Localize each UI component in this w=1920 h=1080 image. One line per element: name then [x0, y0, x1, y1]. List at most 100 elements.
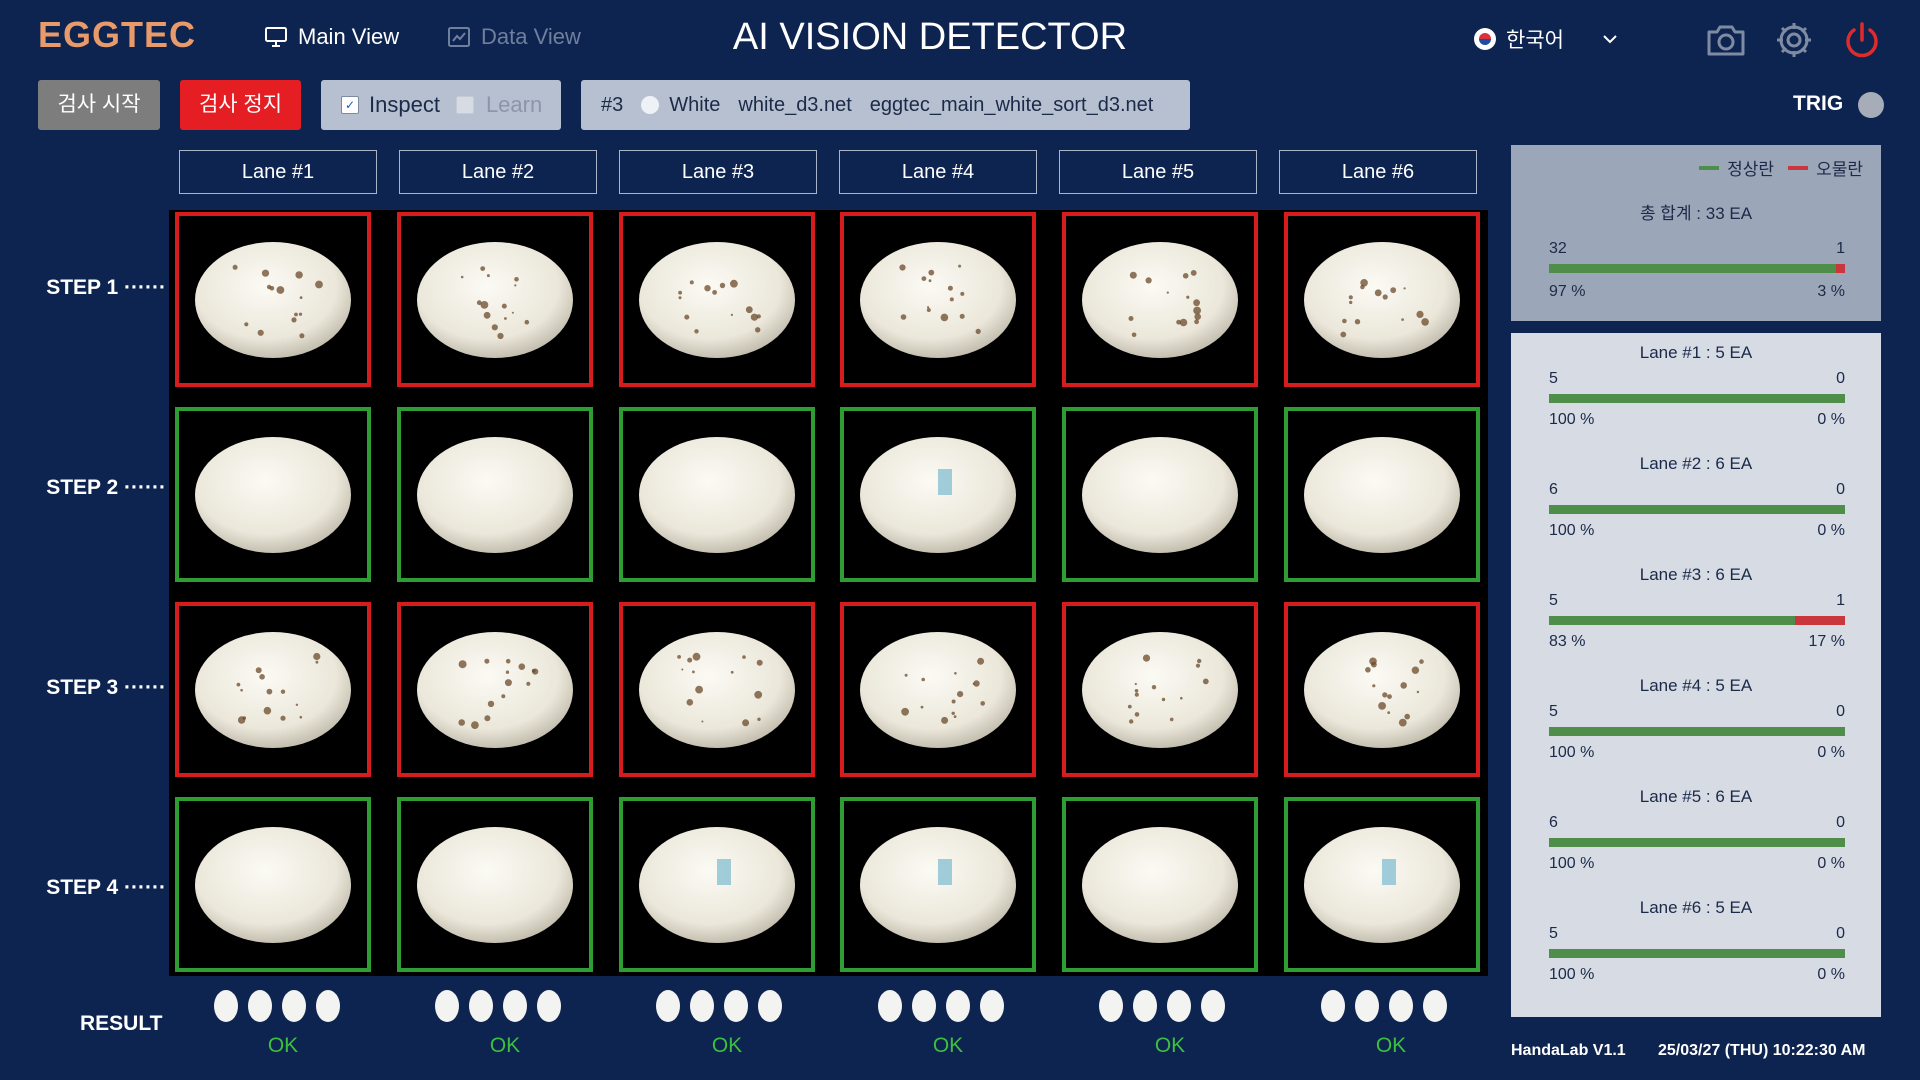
egg-image	[860, 437, 1016, 553]
egg-cell-step4-lane5[interactable]	[1062, 797, 1258, 972]
page-title: AI VISION DETECTOR	[732, 16, 1128, 58]
egg-cell-step3-lane5[interactable]	[1062, 602, 1258, 777]
lane-3-result: OK	[711, 1034, 743, 1057]
lane-normal-count: 5	[1549, 370, 1558, 387]
mini-egg-icon	[656, 990, 680, 1022]
egg-cell-step4-lane1[interactable]	[175, 797, 371, 972]
lane-6-result: OK	[1375, 1034, 1407, 1057]
lane-normal-count: 6	[1549, 481, 1558, 498]
lane-header-1: Lane #1	[179, 150, 377, 194]
egg-cell-step1-lane5[interactable]	[1062, 212, 1258, 387]
egg-cell-step2-lane1[interactable]	[175, 407, 371, 582]
step-label-3: STEP 3 ······	[46, 676, 166, 699]
egg-cell-step2-lane5[interactable]	[1062, 407, 1258, 582]
camera-icon[interactable]	[1704, 18, 1748, 62]
lane-normal-fill	[1549, 838, 1845, 847]
egg-cell-step1-lane3[interactable]	[619, 212, 815, 387]
lane-header-3: Lane #3	[619, 150, 817, 194]
mini-egg-icon	[1201, 990, 1225, 1022]
lane-dirty-pct: 0 %	[1817, 855, 1845, 872]
egg-cell-step2-lane6[interactable]	[1284, 407, 1480, 582]
egg-cell-step3-lane6[interactable]	[1284, 602, 1480, 777]
lane-normal-pct: 100 %	[1549, 855, 1595, 872]
egg-image	[195, 242, 351, 358]
lane-dirty-fill	[1794, 616, 1845, 625]
legend-normal-swatch	[1699, 165, 1720, 170]
egg-image	[1082, 242, 1238, 358]
nav-data-view[interactable]: Data View	[447, 24, 581, 50]
lane-dirty-pct: 0 %	[1817, 966, 1845, 983]
egg-cell-step2-lane4[interactable]	[840, 407, 1036, 582]
mini-egg-icon	[946, 990, 970, 1022]
lane-header-6: Lane #6	[1279, 150, 1477, 194]
lane-stats-title: Lane #4 : 5 EA	[1639, 676, 1753, 695]
egg-image	[417, 827, 573, 943]
step-label-4: STEP 4 ······	[46, 876, 166, 899]
egg-cell-step1-lane4[interactable]	[840, 212, 1036, 387]
learn-checkbox[interactable]	[455, 96, 474, 114]
model-info-bar: #3 White white_d3.net eggtec_main_white_…	[581, 80, 1190, 130]
lane-2-result: OK	[489, 1034, 521, 1057]
egg-cell-step1-lane2[interactable]	[397, 212, 593, 387]
chart-icon	[448, 27, 470, 47]
egg-cell-step4-lane6[interactable]	[1284, 797, 1480, 972]
lane-stats-5: Lane #5 : 6 EA 6 0 100 % 0 %	[1511, 787, 1881, 873]
lane-1-result: OK	[267, 1034, 299, 1057]
start-inspection-button[interactable]: 검사 시작	[38, 80, 160, 130]
lane-ratio-bar	[1549, 505, 1845, 514]
egg-cell-step3-lane3[interactable]	[619, 602, 815, 777]
total-dirty-fill	[1836, 264, 1845, 273]
egg-cell-step4-lane4[interactable]	[840, 797, 1036, 972]
egg-cell-step4-lane2[interactable]	[397, 797, 593, 972]
lane-4-step-indicators	[878, 990, 1004, 1022]
summary-panel: 정상란 오물란 총 합계 : 33 EA 32 1 97 % 3 %	[1511, 145, 1881, 321]
egg-cell-step4-lane3[interactable]	[619, 797, 815, 972]
egg-image	[639, 242, 795, 358]
egg-image	[195, 632, 351, 748]
egg-color: White	[669, 93, 721, 116]
mini-egg-icon	[912, 990, 936, 1022]
mini-egg-icon	[690, 990, 714, 1022]
egg-cell-step1-lane1[interactable]	[175, 212, 371, 387]
egg-image	[417, 242, 573, 358]
lane-5-result: OK	[1154, 1034, 1186, 1057]
egg-cell-step1-lane6[interactable]	[1284, 212, 1480, 387]
gear-icon[interactable]	[1772, 18, 1816, 62]
lane-dirty-pct: 0 %	[1817, 411, 1845, 428]
inspect-label: Inspect	[369, 92, 440, 117]
lane-2-step-indicators	[435, 990, 561, 1022]
nav-main-view[interactable]: Main View	[264, 24, 399, 50]
egg-cell-step2-lane2[interactable]	[397, 407, 593, 582]
inspect-checkbox[interactable]: ✓	[341, 96, 359, 114]
lane-stats-3: Lane #3 : 6 EA 5 1 83 % 17 %	[1511, 565, 1881, 651]
mini-egg-icon	[282, 990, 306, 1022]
lane-normal-fill	[1549, 727, 1845, 736]
mini-egg-icon	[1423, 990, 1447, 1022]
model-index: #3	[601, 93, 624, 116]
egg-image	[860, 632, 1016, 748]
lane-ratio-bar	[1549, 949, 1845, 958]
language-selector[interactable]: 한국어	[1474, 24, 1618, 54]
egg-cell-step3-lane1[interactable]	[175, 602, 371, 777]
stop-inspection-button[interactable]: 검사 정지	[180, 80, 301, 130]
lane-stats-4: Lane #4 : 5 EA 5 0 100 % 0 %	[1511, 676, 1881, 762]
egg-cell-step3-lane2[interactable]	[397, 602, 593, 777]
legend-dirty: 오물란	[1816, 160, 1863, 179]
lane-ratio-bar	[1549, 616, 1845, 625]
mini-egg-icon	[878, 990, 902, 1022]
mini-egg-icon	[503, 990, 527, 1022]
egg-cell-step3-lane4[interactable]	[840, 602, 1036, 777]
learn-label: Learn	[485, 92, 543, 117]
lane-stats-panel: Lane #1 : 5 EA 5 0 100 % 0 % Lane #2 : 6…	[1511, 333, 1881, 1017]
egg-image	[1082, 437, 1238, 553]
total-ratio-bar	[1549, 264, 1845, 273]
lane-1-step-indicators	[214, 990, 340, 1022]
nav-data-view-label: Data View	[481, 24, 581, 49]
mini-egg-icon	[1355, 990, 1379, 1022]
lane-normal-fill	[1549, 949, 1845, 958]
egg-image	[860, 242, 1016, 358]
egg-cell-step2-lane3[interactable]	[619, 407, 815, 582]
egg-image	[417, 437, 573, 553]
egg-image	[639, 827, 795, 943]
power-icon[interactable]	[1840, 18, 1884, 62]
